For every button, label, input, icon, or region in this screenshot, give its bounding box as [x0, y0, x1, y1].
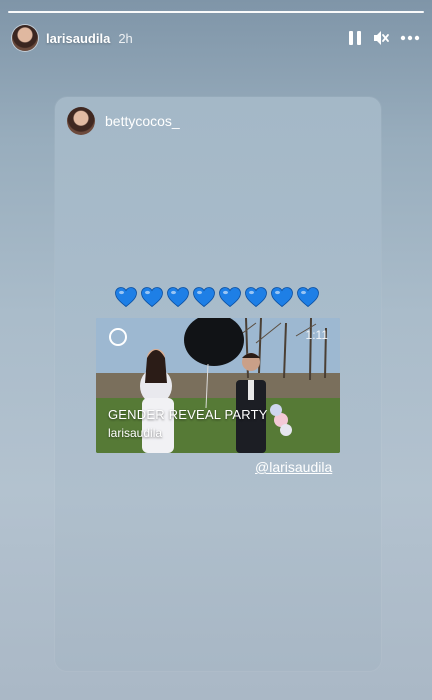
progress-segment: [8, 11, 424, 13]
shared-post-username[interactable]: bettycocos_: [105, 113, 180, 129]
heart-icon: [193, 287, 215, 308]
shared-post-avatar[interactable]: [67, 107, 95, 135]
reel-icon: [109, 328, 127, 346]
heart-icon: [115, 287, 137, 308]
heart-icon: [167, 287, 189, 308]
pause-icon[interactable]: [348, 30, 362, 46]
video-thumbnail[interactable]: 1:11 GENDER REVEAL PARTY larisaudila: [96, 318, 340, 453]
story-time: 2h: [118, 30, 133, 46]
heart-icon: [245, 287, 267, 308]
heart-icon: [219, 287, 241, 308]
heart-icon: [141, 287, 163, 308]
story-controls: [348, 30, 420, 46]
story-header: larisaudila 2h: [12, 24, 420, 52]
heart-icon: [297, 287, 319, 308]
avatar[interactable]: [12, 25, 38, 51]
shared-post-header: bettycocos_: [67, 107, 180, 135]
video-duration: 1:11: [305, 328, 328, 342]
story-progress-bar: [8, 11, 424, 13]
video-title: GENDER REVEAL PARTY: [108, 407, 268, 422]
video-username: larisaudila: [108, 426, 163, 440]
hearts-row: [114, 285, 320, 309]
story-username[interactable]: larisaudila: [46, 31, 110, 46]
heart-icon: [271, 287, 293, 308]
mute-icon[interactable]: [372, 30, 390, 46]
more-icon[interactable]: [400, 35, 420, 41]
mention-sticker[interactable]: @larisaudila: [255, 459, 332, 475]
